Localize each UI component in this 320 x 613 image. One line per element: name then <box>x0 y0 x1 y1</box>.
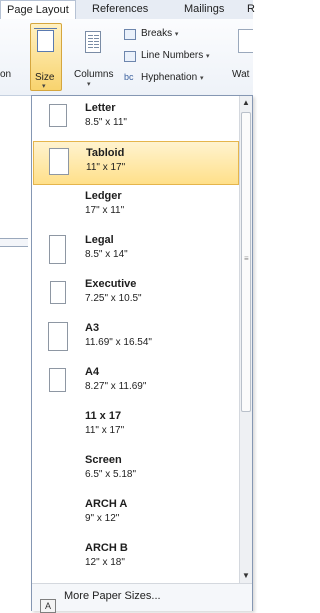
partial-group-label: on <box>0 69 12 80</box>
ribbon-tab-bar: Page Layout References Mailings R <box>0 0 255 20</box>
paper-thumbnail-icon <box>48 322 68 351</box>
document-area <box>0 96 32 611</box>
paper-size-dimensions: 9" x 12" <box>85 513 120 524</box>
watermark-icon <box>238 29 253 53</box>
vertical-ruler-fragment <box>0 238 28 247</box>
paper-thumbnail-icon <box>50 281 66 304</box>
paper-size-name: 11 x 17 <box>85 410 122 422</box>
page-setup-ribbon: on Size ▾ Columns ▾ Breaks ▾ Line Number… <box>0 19 253 96</box>
scroll-up-arrow-icon[interactable]: ▲ <box>240 96 252 110</box>
hyphenation-button[interactable]: Hyphenation ▾ <box>141 72 203 83</box>
paper-size-dimensions: 8.27" x 11.69" <box>85 381 147 392</box>
paper-size-name: ARCH A <box>85 498 128 510</box>
paper-size-name: Legal <box>85 234 114 246</box>
hyphenation-icon: bc <box>124 72 134 82</box>
paper-size-name: A3 <box>85 322 100 334</box>
paper-size-name: Ledger <box>85 190 122 202</box>
columns-dropdown-caret-icon: ▾ <box>87 81 91 88</box>
more-paper-sizes-label: More Paper Sizes... <box>64 590 161 602</box>
paper-thumbnail-icon <box>49 235 66 264</box>
paper-size-dimensions: 12" x 18" <box>85 557 125 568</box>
paper-size-dimensions: 7.25" x 10.5" <box>85 293 142 304</box>
breaks-caret-icon: ▾ <box>174 31 179 38</box>
more-paper-sizes-item[interactable]: A More Paper Sizes... <box>32 583 252 613</box>
paper-size-a4[interactable]: A4 8.27" x 11.69" <box>33 361 239 405</box>
paper-size-arch-a[interactable]: ARCH A 9" x 12" <box>33 493 239 537</box>
watermark-button[interactable]: Wat <box>232 69 249 80</box>
paper-size-11x17[interactable]: 11 x 17 11" x 17" <box>33 405 239 449</box>
hyphenation-label: Hyphenation <box>141 72 198 83</box>
paper-size-dimensions: 8.5" x 14" <box>85 249 128 260</box>
paper-size-dimensions: 6.5" x 5.18" <box>85 469 137 480</box>
tab-review[interactable]: R <box>247 3 255 15</box>
line-numbers-caret-icon: ▾ <box>206 53 210 60</box>
paper-size-dimensions: 11" x 17" <box>85 425 125 436</box>
breaks-icon <box>124 29 136 40</box>
paper-size-dropdown: Letter 8.5" x 11" Tabloid 11" x 17" Ledg… <box>31 95 253 613</box>
tab-references[interactable]: References <box>92 3 148 15</box>
paper-size-dimensions: 11" x 17" <box>86 162 126 173</box>
paper-size-dimensions: 8.5" x 11" <box>85 117 127 128</box>
columns-button[interactable]: Columns <box>74 69 113 80</box>
size-page-icon <box>34 28 57 52</box>
paper-size-name: Screen <box>85 454 122 466</box>
paper-size-ledger[interactable]: Ledger 17" x 11" <box>33 185 239 229</box>
breaks-label: Breaks <box>141 28 173 39</box>
paper-size-name: ARCH B <box>85 542 128 554</box>
paper-size-dimensions: 17" x 11" <box>85 205 125 216</box>
paper-size-list: Letter 8.5" x 11" Tabloid 11" x 17" Ledg… <box>32 96 240 583</box>
size-button[interactable]: Size ▾ <box>30 23 62 91</box>
paper-size-arch-b[interactable]: ARCH B 12" x 18" <box>33 537 239 581</box>
scroll-down-arrow-icon[interactable]: ▼ <box>240 569 252 583</box>
line-numbers-label: Line Numbers <box>141 50 204 61</box>
line-numbers-icon <box>124 51 136 62</box>
scrollbar-grip-icon: ≡ <box>244 254 249 263</box>
paper-thumbnail-icon <box>49 104 67 127</box>
paper-size-name: Letter <box>85 102 116 114</box>
paper-size-name: A4 <box>85 366 100 378</box>
paper-thumbnail-icon <box>49 368 66 392</box>
breaks-button[interactable]: Breaks ▾ <box>141 28 178 39</box>
hyphenation-caret-icon: ▾ <box>199 75 204 82</box>
paper-size-tabloid[interactable]: Tabloid 11" x 17" <box>33 141 239 185</box>
paper-thumbnail-icon <box>49 148 69 175</box>
paper-size-dimensions: 11.69" x 16.54" <box>85 337 152 348</box>
paper-size-screen[interactable]: Screen 6.5" x 5.18" <box>33 449 239 493</box>
size-dropdown-caret-icon: ▾ <box>42 83 46 90</box>
paper-size-executive[interactable]: Executive 7.25" x 10.5" <box>33 273 239 317</box>
paper-size-legal[interactable]: Legal 8.5" x 14" <box>33 229 239 273</box>
dropdown-scrollbar[interactable]: ▲ ≡ ▼ <box>239 96 252 583</box>
paper-size-letter[interactable]: Letter 8.5" x 11" <box>33 97 239 141</box>
scrollbar-thumb[interactable]: ≡ <box>241 112 251 412</box>
line-numbers-button[interactable]: Line Numbers ▾ <box>141 50 210 61</box>
paper-size-name: Executive <box>85 278 137 290</box>
paper-size-a3[interactable]: A3 11.69" x 16.54" <box>33 317 239 361</box>
tab-page-layout[interactable]: Page Layout <box>0 0 76 19</box>
columns-icon <box>85 31 101 53</box>
tab-mailings[interactable]: Mailings <box>184 3 224 15</box>
paper-size-name: Tabloid <box>86 147 125 159</box>
